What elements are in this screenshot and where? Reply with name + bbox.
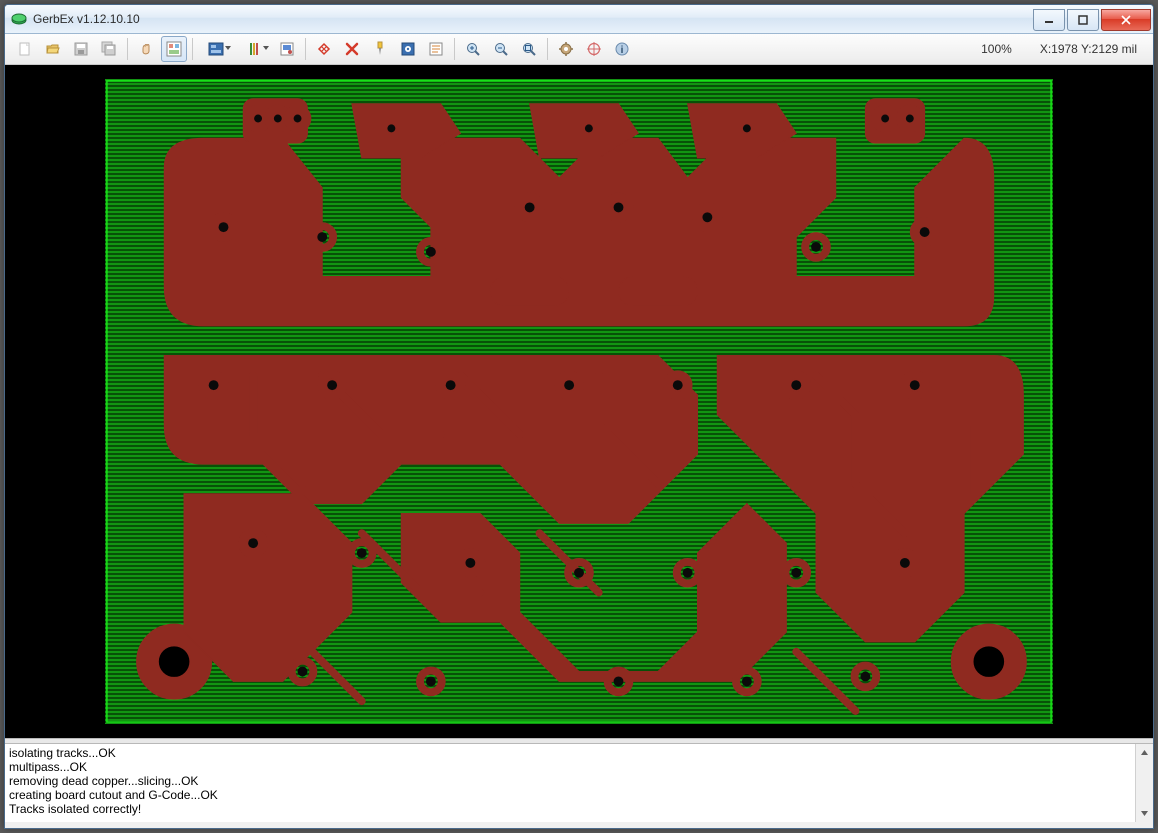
window-title: GerbEx v1.12.10.10 xyxy=(33,12,140,26)
zoom-out-button[interactable] xyxy=(488,36,514,62)
save-all-button[interactable] xyxy=(96,36,122,62)
preview-button[interactable] xyxy=(274,36,300,62)
settings-button[interactable] xyxy=(553,36,579,62)
app-icon xyxy=(11,11,27,27)
log-panel: isolating tracks...OK multipass...OK rem… xyxy=(5,744,1153,822)
close-button[interactable] xyxy=(1101,9,1151,31)
zoom-in-button[interactable] xyxy=(460,36,486,62)
scroll-down-button[interactable] xyxy=(1136,805,1153,822)
copper-layer xyxy=(105,79,1053,721)
maximize-button[interactable] xyxy=(1067,9,1099,31)
new-file-button[interactable] xyxy=(12,36,38,62)
drill-button[interactable] xyxy=(367,36,393,62)
statusbar xyxy=(5,822,1153,828)
minimize-button[interactable] xyxy=(1033,9,1065,31)
scroll-up-button[interactable] xyxy=(1136,744,1153,761)
delete-button[interactable] xyxy=(339,36,365,62)
tools-dropdown[interactable] xyxy=(236,36,272,62)
save-button[interactable] xyxy=(68,36,94,62)
log-output: isolating tracks...OK multipass...OK rem… xyxy=(5,744,1135,822)
hand-tool-button[interactable] xyxy=(133,36,159,62)
pcb-canvas[interactable] xyxy=(5,65,1153,738)
log-scrollbar[interactable] xyxy=(1135,744,1153,822)
info-button[interactable]: i xyxy=(609,36,635,62)
target-button[interactable] xyxy=(581,36,607,62)
layers-dropdown[interactable] xyxy=(198,36,234,62)
window-controls xyxy=(1031,9,1151,29)
zoom-level: 100% xyxy=(981,42,1012,56)
app-window: GerbEx v1.12.10.10 i xyxy=(4,4,1154,829)
open-file-button[interactable] xyxy=(40,36,66,62)
svg-text:i: i xyxy=(621,45,624,56)
cursor-coordinates: X:1978 Y:2129 mil xyxy=(1040,42,1137,56)
toolbar-status: 100% X:1978 Y:2129 mil xyxy=(981,42,1147,56)
report-button[interactable] xyxy=(423,36,449,62)
board-view-button[interactable] xyxy=(161,36,187,62)
zoom-fit-button[interactable] xyxy=(516,36,542,62)
clear-button[interactable] xyxy=(311,36,337,62)
toolbar: i 100% X:1978 Y:2129 mil xyxy=(5,34,1153,65)
titlebar: GerbEx v1.12.10.10 xyxy=(5,5,1153,34)
inspect-button[interactable] xyxy=(395,36,421,62)
